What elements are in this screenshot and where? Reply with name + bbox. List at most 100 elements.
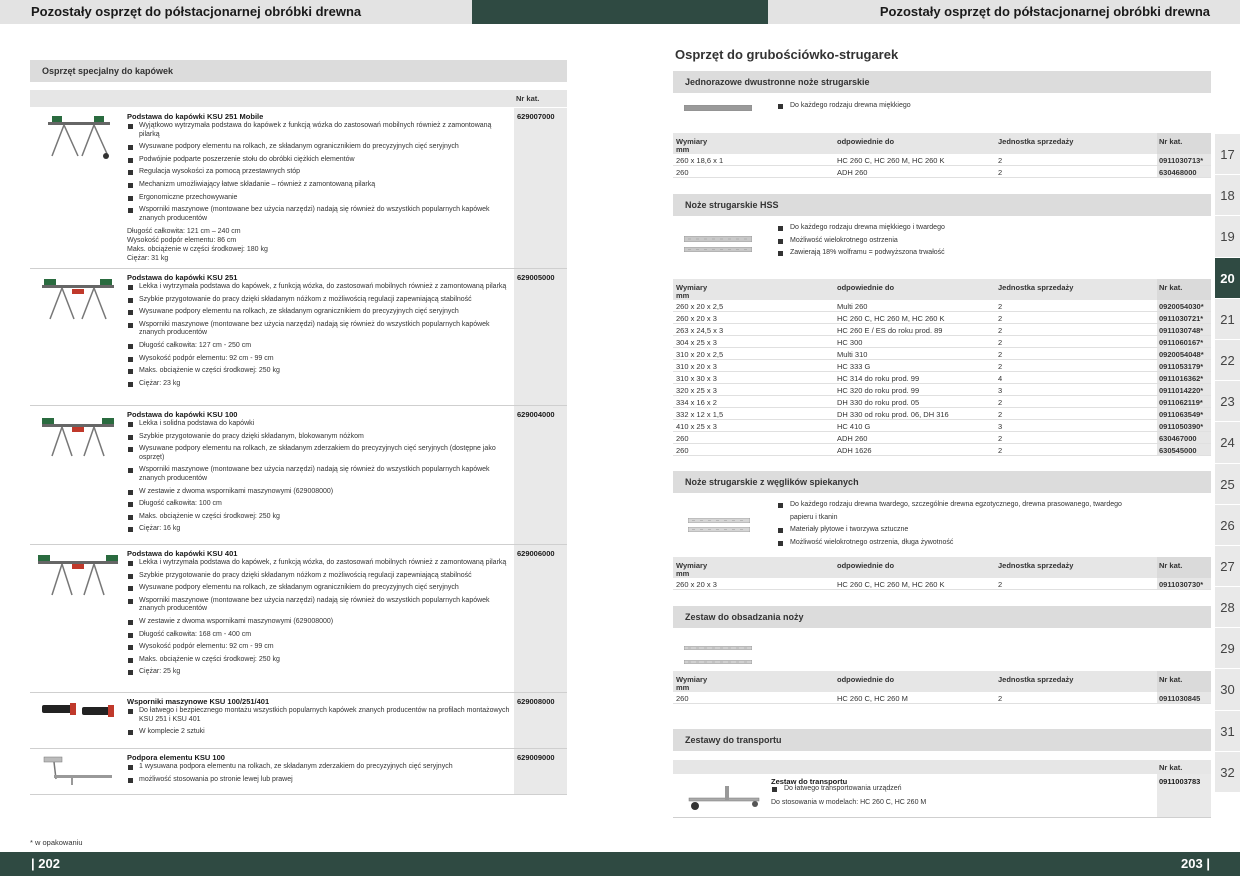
chapter-tab-25[interactable]: 25: [1215, 463, 1240, 505]
section-title-transport-kits: Zestawy do transportu: [673, 729, 1211, 751]
table-row: 260 x 20 x 2,5 Multi 260 2 0920054030*: [673, 300, 1211, 312]
chapter-tab-28[interactable]: 28: [1215, 587, 1240, 629]
section-bullets: Do każdego rodzaju drewna miękkiego: [776, 100, 911, 113]
catalog-number: 0920054048*: [1157, 348, 1211, 359]
col-header-unit: mm: [676, 683, 690, 692]
table-cell: HC 410 G: [837, 422, 871, 431]
catalog-number: 630467000: [1157, 432, 1211, 443]
catalog-number: 0911030730*: [1157, 578, 1211, 589]
product-bullet: Długość całkowita: 168 cm - 400 cm: [127, 631, 511, 640]
table-cell: HC 260 C, HC 260 M, HC 260 K: [837, 580, 945, 589]
catalog-number: 630545000: [1157, 444, 1211, 455]
table-cell: 2: [998, 156, 1003, 165]
table-cell: 260 x 20 x 3: [676, 580, 717, 589]
product-bullet: Maks. obciążenie w części środkowej: 250…: [127, 513, 511, 522]
table-cell: HC 260 E / ES do roku prod. 89: [837, 326, 943, 335]
table-row: 320 x 25 x 3 HC 320 do roku prod. 99 3 0911…: [673, 384, 1211, 396]
table-cell: 2: [998, 302, 1003, 311]
product-row: Podstawa do kapówki KSU 251 Mobile Wyjątk…: [30, 108, 567, 269]
col-header-unit: mm: [676, 291, 690, 300]
table-cell: 260 x 20 x 3: [676, 314, 717, 323]
chapter-tab-26[interactable]: 26: [1215, 504, 1240, 546]
table-cell: 3: [998, 422, 1003, 431]
chapter-tab-24[interactable]: 24: [1215, 422, 1240, 464]
chapter-tab-29[interactable]: 29: [1215, 628, 1240, 670]
product-bullet: Lekka i wytrzymała podstawa do kapówek, …: [127, 559, 511, 568]
table-cell: 4: [998, 374, 1003, 383]
chapter-tab-17[interactable]: 17: [1215, 134, 1240, 176]
product-bullet: W komplecie 2 sztuki: [127, 728, 511, 737]
table-cell: 332 x 12 x 1,5: [676, 410, 724, 419]
product-bullets: 1 wysuwana podpora elementu na rolkach, …: [127, 763, 511, 788]
chapter-tab-27[interactable]: 27: [1215, 545, 1240, 588]
chapter-tab-18[interactable]: 18: [1215, 175, 1240, 217]
chapter-tab-32[interactable]: 32: [1215, 751, 1240, 793]
table-cell: 2: [998, 410, 1003, 419]
table-cell: HC 260 C, HC 260 M, HC 260 K: [837, 156, 945, 165]
product-spec: Wysokość podpór elementu: 86 cm: [127, 237, 237, 245]
catalog-number: 0911003783: [1157, 774, 1211, 817]
product-bullet: Długość całkowita: 100 cm: [127, 500, 511, 509]
product-image: [34, 112, 122, 167]
table-cell: HC 314 do roku prod. 99: [837, 374, 920, 383]
table-cell: 260: [676, 694, 689, 703]
chapter-tab-22[interactable]: 22: [1215, 339, 1240, 382]
table-cell: Multi 310: [837, 350, 868, 359]
product-bullets: Do łatwego i bezpiecznego montażu wszyst…: [127, 707, 511, 741]
catalog-number: 0911050390*: [1157, 420, 1211, 431]
table-cell: 2: [998, 580, 1003, 589]
catalog-number: 0911062119*: [1157, 396, 1211, 407]
bullet-item: Do każdego rodzaju drewna twardego, szcz…: [776, 499, 1126, 524]
chapter-tab-30[interactable]: 30: [1215, 669, 1240, 711]
product-title: Podstawa do kapówki KSU 251 Mobile: [127, 112, 264, 121]
table-row: 310 x 20 x 2,5 Multi 310 2 0920054048*: [673, 348, 1211, 360]
product-row: Podstawa do kapówki KSU 100 Lekka i solid…: [30, 406, 567, 545]
catalog-number: 0911053179*: [1157, 360, 1211, 371]
product-image: [34, 273, 122, 328]
product-row: Wsporniki maszynowe KSU 100/251/401 Do ła…: [30, 693, 567, 749]
table-cell: 2: [998, 398, 1003, 407]
left-table-header: Nr kat.: [30, 90, 567, 107]
product-bullet: Wysuwane podpory elementu na rolkach, ze…: [127, 308, 511, 317]
product-bullet: Ciężar: 25 kg: [127, 668, 511, 677]
chapter-tab-19[interactable]: 19: [1215, 216, 1240, 258]
knife-blade-image: [683, 651, 753, 669]
header-center-band: [472, 0, 768, 24]
chapter-tab-20[interactable]: 20: [1215, 257, 1240, 299]
catalog-number: 0911063549*: [1157, 408, 1211, 419]
product-bullets: Lekka i wytrzymała podstawa do kapówek, …: [127, 559, 511, 681]
table-cell: 2: [998, 326, 1003, 335]
product-catalog-number: 629009000: [514, 749, 567, 794]
knife-blade-image: [687, 519, 751, 537]
product-bullet: możliwość stosowania po stronie lewej lu…: [127, 776, 511, 785]
table-cell: HC 320 do roku prod. 99: [837, 386, 920, 395]
product-catalog-number: 629008000: [514, 693, 567, 748]
product-bullets: Lekka i wytrzymała podstawa do kapówek, …: [127, 283, 511, 392]
table-cell: HC 260 C, HC 260 M: [837, 694, 908, 703]
chapter-tab-23[interactable]: 23: [1215, 381, 1240, 423]
product-spec: Ciężar: 31 kg: [127, 255, 169, 263]
left-page-header: Pozostały osprzęt do półstacjonarnej obr…: [0, 0, 472, 24]
transport-models: Do stosowania w modelach: HC 260 C, HC 2…: [771, 799, 927, 806]
product-spec: Długość całkowita: 121 cm – 240 cm: [127, 228, 241, 236]
catalog-number: 0911016362*: [1157, 372, 1211, 383]
chapter-tab-21[interactable]: 21: [1215, 298, 1240, 340]
product-bullet: Do łatwego i bezpiecznego montażu wszyst…: [127, 707, 511, 724]
right-page-number: 203 |: [1181, 856, 1210, 871]
table-row: 304 x 25 x 3 HC 300 2 0911060167*: [673, 336, 1211, 348]
table-header: Wymiary odpowiednie do Jednostka sprzedaży…: [673, 279, 1211, 300]
spec-table: Wymiary odpowiednie do Jednostka sprzedaży…: [673, 557, 1211, 590]
product-bullet: Szybkie przygotowanie do pracy dzięki sk…: [127, 433, 511, 442]
chapter-tab-31[interactable]: 31: [1215, 710, 1240, 752]
section-title-disposable-knives: Jednorazowe dwustronne noże strugarskie: [673, 71, 1211, 93]
table-row: 260 x 20 x 3 HC 260 C, HC 260 M, HC 260 K…: [673, 578, 1211, 590]
product-bullet: Wsporniki maszynowe (montowane bez użyci…: [127, 466, 511, 483]
product-title: Wsporniki maszynowe KSU 100/251/401: [127, 697, 270, 706]
knife-blade-image: [683, 239, 753, 257]
col-header-unit: mm: [676, 145, 690, 154]
table-row: 310 x 30 x 3 HC 314 do roku prod. 99 4 0911…: [673, 372, 1211, 384]
table-row: 310 x 20 x 3 HC 333 G 2 0911053179*: [673, 360, 1211, 372]
product-bullet: W zestawie z dwoma wspornikami maszynowy…: [127, 488, 511, 497]
product-bullets: Wyjątkowo wytrzymała podstawa do kapówek…: [127, 122, 511, 263]
col-header-c: Jednostka sprzedaży: [998, 137, 1074, 146]
